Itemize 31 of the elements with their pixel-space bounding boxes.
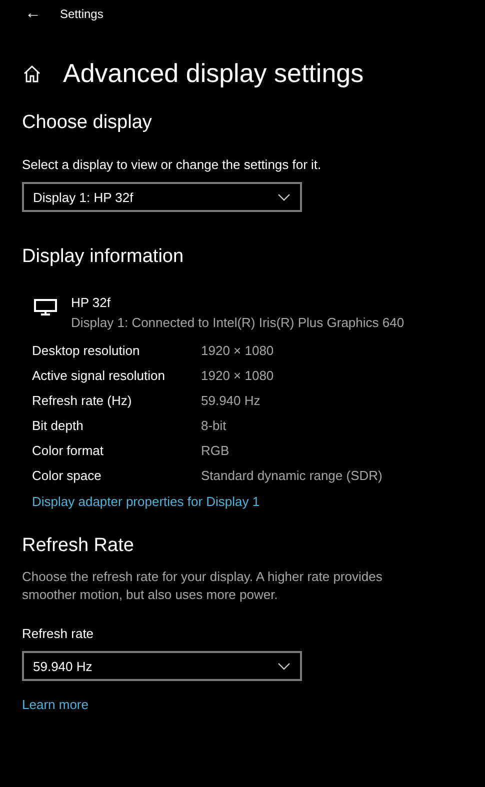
- description: Select a display to view or change the settings for it.: [22, 156, 322, 174]
- info-value: 1920 × 1080: [201, 366, 274, 385]
- window-title: Settings: [60, 6, 104, 23]
- page-title: Advanced display settings: [63, 58, 364, 90]
- home-icon[interactable]: [23, 65, 41, 83]
- learn-more-link[interactable]: Learn more: [22, 695, 88, 715]
- section-heading: Choose display: [22, 112, 153, 135]
- dropdown[interactable]: 59.940 Hz: [22, 651, 302, 682]
- description: Choose the refresh rate for your display. A higher rate provides smoother motion, but also uses more power.: [22, 568, 384, 604]
- info-value: 59.940 Hz: [201, 392, 260, 410]
- dropdown[interactable]: Display 1: HP 32f: [22, 182, 302, 212]
- chevron-down-icon: [278, 194, 290, 201]
- info-label: Color space: [32, 466, 102, 485]
- info-label: Desktop resolution: [32, 342, 141, 360]
- section-heading: Display information: [22, 246, 185, 270]
- info-value: 8-bit: [201, 416, 226, 435]
- info-label: Color format: [32, 442, 105, 460]
- info-value: 1920 × 1080: [201, 342, 274, 360]
- info-value: Standard dynamic range (SDR): [201, 466, 382, 485]
- adapter-properties-link[interactable]: Display adapter properties for Display 1: [32, 492, 260, 512]
- back-button[interactable]: ←: [14, 2, 52, 26]
- info-label: Active signal resolution: [32, 366, 166, 385]
- info-label: Refresh rate (Hz): [32, 392, 133, 410]
- chevron-down-icon: [278, 662, 290, 670]
- info-value: RGB: [201, 442, 230, 460]
- section-heading: Refresh Rate: [22, 535, 135, 558]
- connection-text: Display 1: Connected to Intel(R) Iris(R) Plus Graphics 640: [71, 314, 404, 332]
- info-label: Bit depth: [32, 416, 84, 435]
- monitor-name: HP 32f: [71, 294, 112, 312]
- monitor-icon: [34, 299, 57, 316]
- field-label: Refresh rate: [22, 624, 94, 643]
